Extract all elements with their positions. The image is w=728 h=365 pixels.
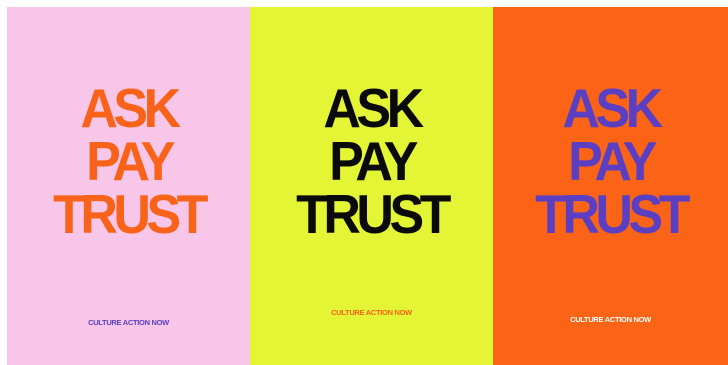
headline-word-ask: ASK [323, 78, 424, 140]
headline-word-pay: PAY [568, 131, 657, 193]
poster-row: ASK PAY TRUST CULTURE ACTION NOW ASK PAY… [7, 7, 728, 365]
poster-headline: ASK PAY TRUST [250, 78, 493, 246]
poster-headline: ASK PAY TRUST [7, 78, 250, 246]
poster-footer-text: CULTURE ACTION NOW [331, 308, 412, 317]
poster-footer-text: CULTURE ACTION NOW [570, 315, 651, 324]
headline-word-trust: TRUST [53, 184, 208, 246]
poster-footer-text: CULTURE ACTION NOW [88, 318, 169, 327]
poster-headline: ASK PAY TRUST [493, 78, 728, 246]
headline-word-trust: TRUST [535, 184, 690, 246]
poster-pink: ASK PAY TRUST CULTURE ACTION NOW [7, 7, 250, 365]
headline-word-ask: ASK [80, 78, 181, 140]
headline-word-ask: ASK [562, 78, 663, 140]
poster-orange: ASK PAY TRUST CULTURE ACTION NOW [493, 7, 728, 365]
headline-word-pay: PAY [86, 131, 175, 193]
poster-yellow: ASK PAY TRUST CULTURE ACTION NOW [250, 7, 493, 365]
headline-word-trust: TRUST [296, 184, 451, 246]
headline-word-pay: PAY [329, 131, 418, 193]
